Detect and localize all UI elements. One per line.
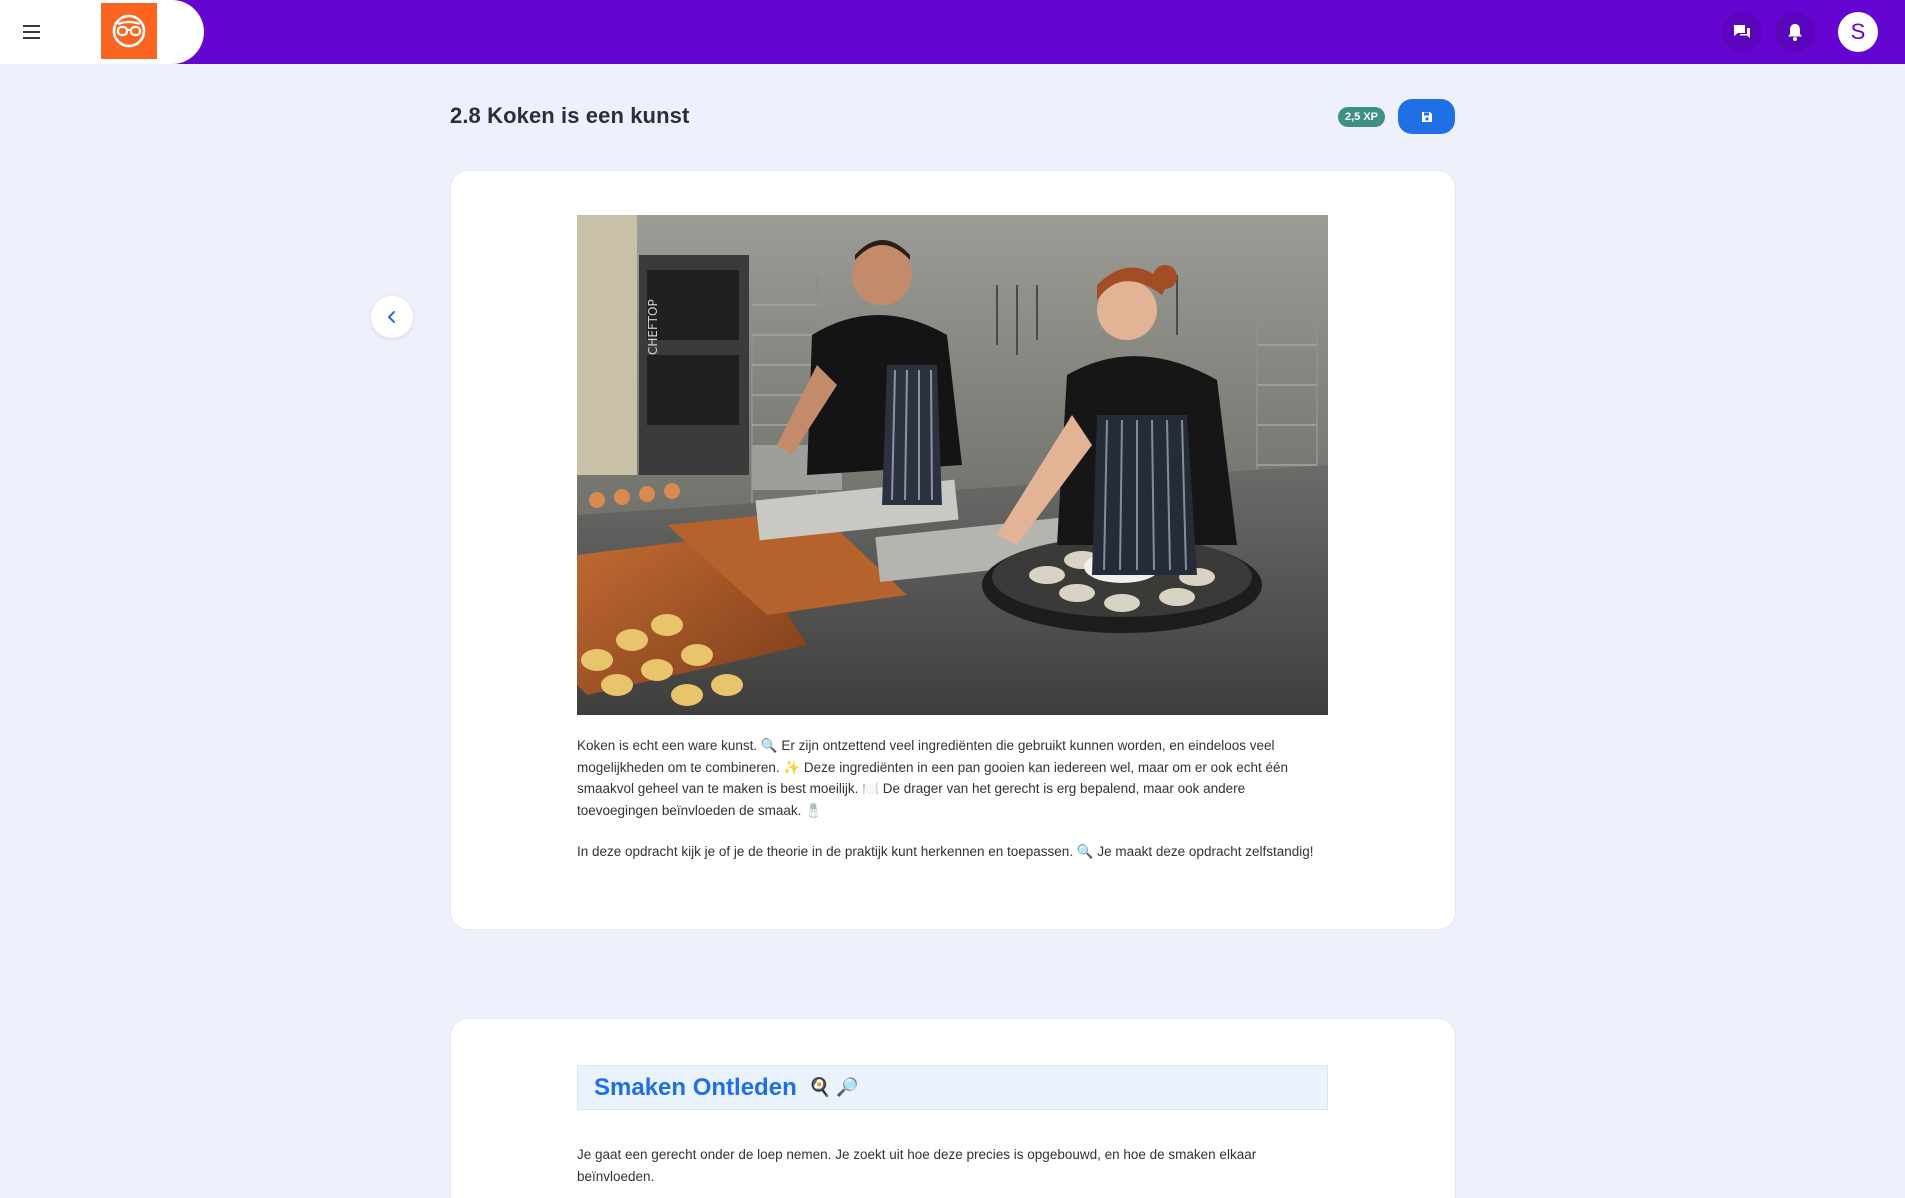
section-heading-text: Smaken Ontleden xyxy=(594,1073,797,1101)
save-button[interactable] xyxy=(1398,99,1455,134)
previous-button[interactable] xyxy=(371,296,413,338)
avatar[interactable]: S xyxy=(1838,12,1878,52)
intro-paragraph-2: In deze opdracht kijk je of je de theori… xyxy=(577,844,1314,859)
chevron-left-icon xyxy=(388,311,395,323)
section-paragraph: Je gaat een gerecht onder de loep nemen.… xyxy=(577,1147,1257,1184)
intro-paragraph-1: Koken is echt een ware kunst. 🔍 Er zijn … xyxy=(577,738,1288,818)
logo-glasses-icon[interactable] xyxy=(101,3,157,59)
save-icon xyxy=(1421,111,1432,122)
section-heading: Smaken Ontleden 🍳 🔎 xyxy=(577,1065,1328,1110)
section-heading-emojis: 🍳 🔎 xyxy=(808,1077,859,1097)
svg-text:CHEFTOP: CHEFTOP xyxy=(646,299,660,355)
kitchen-photo: CHEFTOP xyxy=(577,215,1328,715)
bell-icon[interactable] xyxy=(1775,12,1815,52)
topbar-brand-area xyxy=(0,0,204,64)
top-navigation-bar: S xyxy=(0,0,1905,64)
chat-icon[interactable] xyxy=(1722,12,1762,52)
menu-icon[interactable] xyxy=(20,20,44,44)
xp-badge: 2,5 XP xyxy=(1338,107,1386,127)
page-title: 2.8 Koken is een kunst xyxy=(450,103,690,128)
